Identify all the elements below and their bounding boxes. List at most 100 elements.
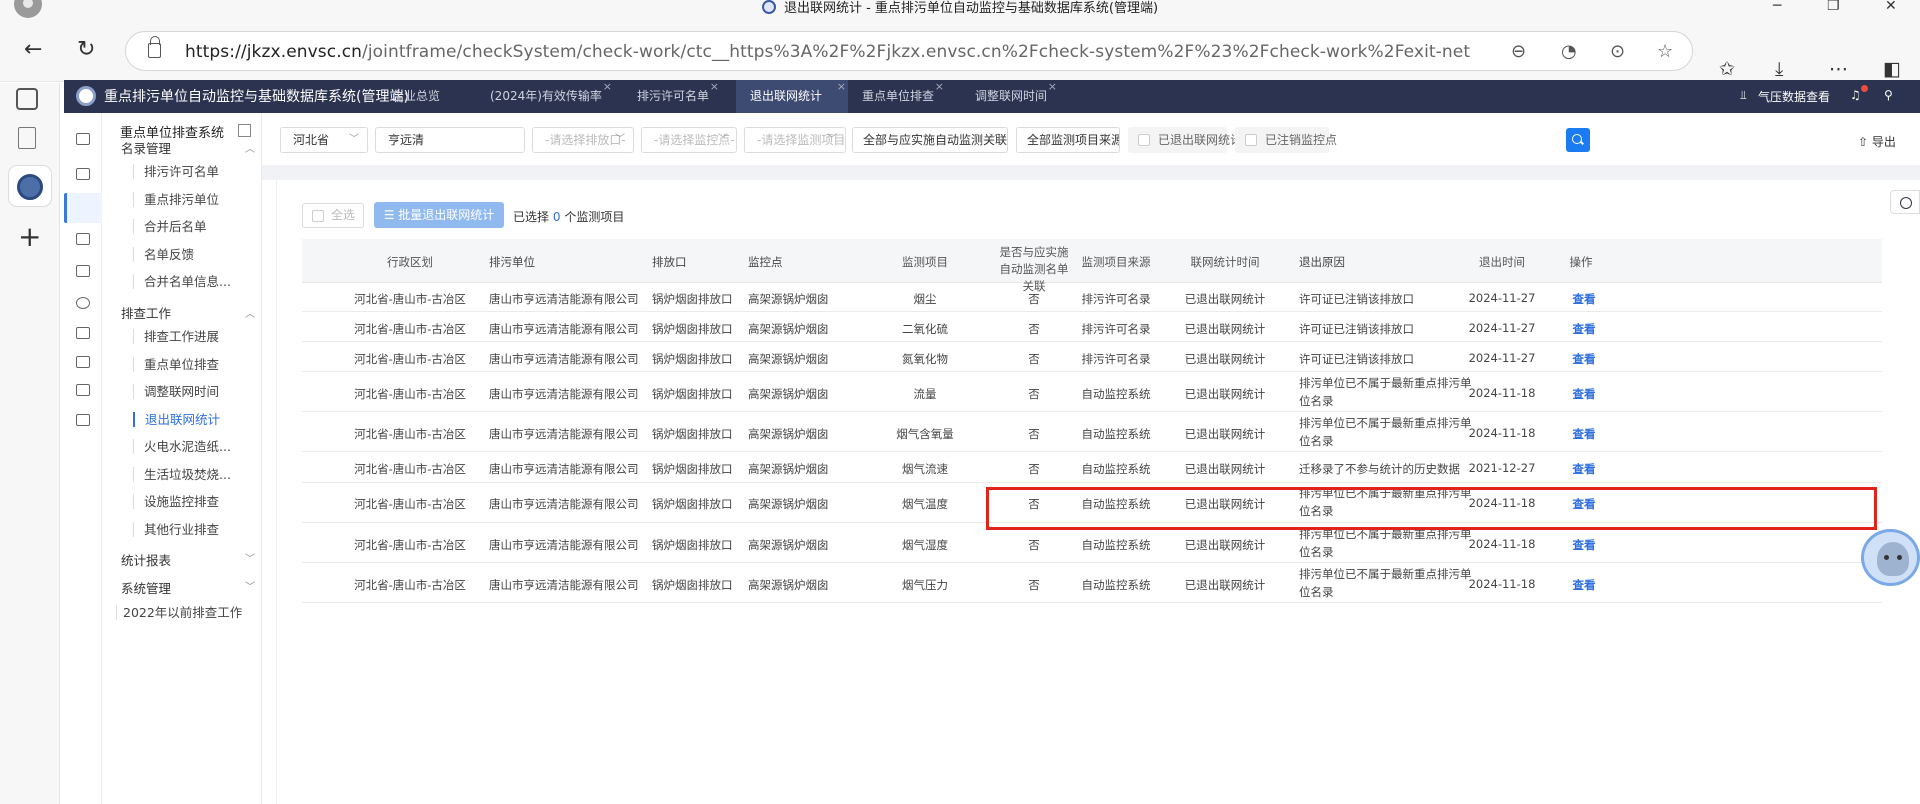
cancelled-checkbox[interactable]: 已注销监控点 — [1235, 127, 1337, 153]
chevron-down-icon[interactable]: ﹀ — [245, 578, 255, 593]
window-title-text: 退出联网统计 - 重点排污单位自动监控与基础数据库系统(管理端) — [783, 1, 1159, 16]
tab-transmission-rate[interactable]: (2024年)有效传输率 × — [490, 80, 612, 113]
content-gap — [262, 165, 1920, 180]
cell-source: 自动监控系统 — [1081, 387, 1151, 401]
tab-key-unit-check[interactable]: 重点单位排查 × — [862, 80, 944, 113]
minimize-icon[interactable]: ─ — [1773, 0, 1781, 14]
address-bar[interactable]: https://jkzx.envsc.cn/jointframe/checkSy… — [125, 31, 1693, 71]
immersive-reader-icon[interactable]: ◔ — [1561, 41, 1577, 62]
globe-icon[interactable] — [1890, 190, 1920, 214]
download-icon[interactable]: ⤓ — [1775, 58, 1783, 80]
province-select[interactable]: 河北省 ﹀ — [280, 127, 368, 153]
rail-image-icon[interactable] — [76, 384, 90, 396]
relation-select[interactable]: 全部与应实施自动监测关联情况﹀ — [852, 127, 1008, 153]
menu-item-exit-stats[interactable]: 退出联网统计 — [133, 412, 220, 427]
menu-item-other-industry[interactable]: 其他行业排查 — [133, 522, 219, 537]
refresh-icon[interactable]: ↻ — [77, 38, 95, 62]
tab-permit-list[interactable]: 排污许可名单 × — [637, 80, 719, 113]
tab-close-icon[interactable]: × — [603, 70, 612, 103]
pressure-chart-icon[interactable]: ⫫ — [1740, 88, 1747, 103]
cell-exit-date: 2024-11-18 — [1468, 386, 1536, 400]
monitor-item-select[interactable]: -请选择监测项目- ﹀ — [744, 127, 846, 153]
view-link[interactable]: 查看 — [1573, 461, 1596, 477]
rail-chart-icon[interactable] — [76, 133, 90, 145]
menu-item-feedback[interactable]: 名单反馈 — [133, 247, 194, 262]
add-icon[interactable]: + — [18, 223, 41, 251]
monitor-point-select[interactable]: -请选择监控点- ﹀ — [641, 127, 737, 153]
rail-chart-icon[interactable] — [76, 414, 90, 426]
chevron-down-icon[interactable]: ﹀ — [245, 550, 255, 565]
cell-reason: 排污单位已不属于最新重点排污单位名录 — [1299, 376, 1472, 408]
rail-monitor-icon[interactable] — [76, 168, 90, 180]
bell-icon[interactable]: ♫ — [1850, 88, 1861, 102]
view-link[interactable]: 查看 — [1573, 386, 1596, 402]
chevron-up-icon[interactable]: ︿ — [245, 140, 255, 155]
tabs-icon[interactable] — [16, 88, 38, 110]
menu-item-key-units[interactable]: 重点排污单位 — [133, 192, 219, 207]
view-link[interactable]: 查看 — [1573, 426, 1596, 442]
batch-exit-button[interactable]: ☰ 批量退出联网统计 — [374, 202, 504, 228]
group-system[interactable]: 系统管理 — [121, 578, 171, 597]
menu-item-permit-list[interactable]: 排污许可名单 — [133, 164, 219, 179]
rail-image-icon[interactable] — [76, 356, 90, 368]
url-text[interactable]: https://jkzx.envsc.cn/jointframe/checkSy… — [185, 42, 1470, 62]
assistant-avatar-button[interactable] — [1861, 529, 1920, 586]
group-directory[interactable]: 名录管理 — [121, 138, 171, 157]
export-button[interactable]: ⇧ 导出 — [1858, 133, 1896, 150]
lock-icon[interactable] — [148, 36, 161, 58]
more-options-icon[interactable]: ⊙ — [1610, 41, 1625, 62]
view-link[interactable]: 查看 — [1573, 537, 1596, 553]
menu-item-waste-incineration[interactable]: 生活垃圾焚烧... — [133, 467, 231, 482]
sidebar-toggle-icon[interactable]: ◧ — [1883, 58, 1901, 80]
rail-at-icon[interactable] — [76, 297, 90, 309]
menu-item-legacy-work[interactable]: 2022年以前排查工作 — [116, 605, 242, 620]
favorites-list-icon[interactable]: ✩ — [1719, 58, 1735, 80]
select-all-checkbox[interactable]: 全选 — [302, 203, 364, 228]
chevron-up-icon[interactable]: ︿ — [245, 305, 255, 320]
rail-search-doc-icon[interactable] — [64, 193, 102, 223]
tab-close-icon[interactable]: × — [837, 70, 846, 103]
rail-search-icon[interactable] — [76, 233, 90, 245]
menu-item-facility-monitor[interactable]: 设施监控排查 — [133, 494, 219, 509]
view-link[interactable]: 查看 — [1573, 577, 1596, 593]
collapse-menu-icon[interactable] — [238, 124, 251, 137]
zoom-out-icon[interactable]: ⊖ — [1511, 41, 1526, 62]
pinned-site-button[interactable] — [9, 166, 51, 206]
menu-item-progress[interactable]: 排查工作进展 — [133, 329, 219, 344]
table-row: 河北省-唐山市-古冶区 唐山市亨远清洁能源有限公司 锅炉烟囱排放口 高架源锅炉烟… — [302, 372, 1882, 412]
rail-search-icon[interactable] — [76, 327, 90, 339]
close-icon[interactable]: ✕ — [1885, 0, 1897, 14]
menu-dots-icon[interactable]: ⋯ — [1829, 58, 1848, 80]
tab-close-icon[interactable]: × — [1048, 70, 1057, 103]
view-link[interactable]: 查看 — [1573, 321, 1596, 337]
view-link[interactable]: 查看 — [1573, 351, 1596, 367]
chevron-down-icon: ﹀ — [615, 134, 625, 145]
tab-close-icon[interactable]: × — [935, 70, 944, 103]
search-button[interactable] — [1566, 128, 1590, 152]
user-icon[interactable]: ⚲ — [1884, 88, 1893, 102]
back-arrow-icon[interactable]: ← — [24, 38, 42, 62]
page-icon[interactable] — [18, 127, 36, 149]
view-link[interactable]: 查看 — [1573, 291, 1596, 307]
outlet-select[interactable]: -请选择排放口- ﹀ — [532, 127, 634, 153]
menu-item-merged-info[interactable]: 合并名单信息... — [133, 274, 231, 289]
restore-icon[interactable]: ❐ — [1827, 0, 1840, 14]
source-select[interactable]: 全部监测项目来源 ﹀ — [1016, 127, 1120, 153]
tab-adjust-network-time[interactable]: 调整联网时间 × — [975, 80, 1057, 113]
menu-item-power-cement-paper[interactable]: 火电水泥造纸... — [133, 439, 231, 454]
rail-search-icon[interactable] — [76, 265, 90, 277]
tab-close-icon[interactable]: × — [710, 70, 719, 103]
menu-item-adjust-time[interactable]: 调整联网时间 — [133, 384, 219, 399]
menu-item-unit-check[interactable]: 重点单位排查 — [133, 357, 219, 372]
group-check-work[interactable]: 排查工作 — [121, 303, 171, 322]
pressure-data-link[interactable]: 气压数据查看 — [1758, 88, 1830, 105]
menu-item-merged-list[interactable]: 合并后名单 — [133, 219, 207, 234]
exited-checkbox[interactable]: 已退出联网统计 — [1128, 127, 1242, 153]
cell-point: 高架源锅炉烟囱 — [748, 578, 829, 592]
cell-status: 已退出联网统计 — [1184, 578, 1266, 592]
tab-enterprise-overview[interactable]: 企业总览 — [392, 80, 440, 113]
company-input[interactable]: 亨远清 — [375, 127, 525, 153]
group-reports[interactable]: 统计报表 — [121, 550, 171, 569]
tab-exit-network-stats[interactable]: 退出联网统计 × — [736, 80, 848, 113]
favorite-star-icon[interactable]: ☆ — [1657, 41, 1673, 62]
